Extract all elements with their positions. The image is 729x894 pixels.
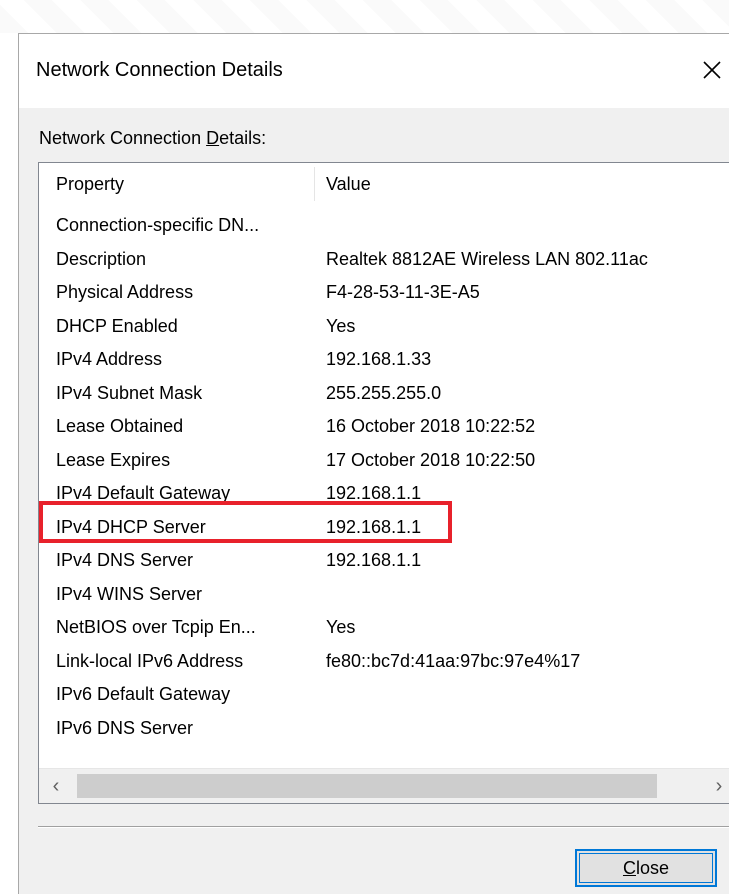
group-label-suffix: etails: (219, 128, 267, 148)
property-cell: IPv4 Default Gateway (56, 483, 231, 503)
list-row[interactable]: IPv4 Address 192.168.1.33 (39, 343, 729, 377)
group-label-prefix: Network Connection (39, 128, 207, 148)
close-button[interactable]: Close (575, 849, 717, 887)
property-cell: Physical Address (56, 282, 194, 302)
network-connection-details-dialog: Network Connection Details Network Conne… (18, 33, 729, 894)
list-row[interactable]: NetBIOS over Tcpip En... Yes (39, 611, 729, 645)
property-cell: IPv4 DHCP Server (56, 516, 206, 537)
value-cell: 192.168.1.33 (326, 349, 432, 369)
close-label-rest: lose (635, 857, 670, 878)
value-cell: 192.168.1.1 (326, 550, 422, 570)
chevron-left-icon: ‹ (52, 774, 60, 797)
list-row[interactable]: DHCP Enabled Yes (39, 310, 729, 344)
property-cell: Connection-specific DN... (56, 215, 260, 235)
property-cell: IPv4 WINS Server (56, 583, 203, 604)
property-cell: IPv6 Default Gateway (56, 684, 231, 704)
scroll-left-button[interactable]: ‹ (39, 769, 73, 803)
property-cell: DHCP Enabled (56, 315, 178, 336)
column-separator[interactable] (314, 167, 315, 201)
close-icon (703, 61, 721, 79)
window-title: Network Connection Details (36, 59, 283, 81)
list-row[interactable]: IPv4 WINS Server (39, 578, 729, 612)
title-bar[interactable]: Network Connection Details (19, 34, 729, 108)
group-label-accelerator: D (206, 128, 220, 148)
list-row[interactable]: Lease Obtained 16 October 2018 10:22:52 (39, 410, 729, 444)
value-cell: Yes (326, 315, 356, 336)
close-button-label: Close (623, 858, 669, 879)
value-cell: 16 October 2018 10:22:52 (326, 416, 536, 436)
value-cell: fe80::bc7d:41aa:97bc:97e4%17 (326, 650, 581, 671)
value-cell: Yes (326, 617, 356, 637)
list-row[interactable]: Description Realtek 8812AE Wireless LAN 8… (39, 243, 729, 277)
separator-line (38, 826, 729, 828)
list-row[interactable]: Lease Expires 17 October 2018 10:22:50 (39, 444, 729, 478)
background-watermark (0, 0, 729, 33)
value-cell: F4-28-53-11-3E-A5 (326, 282, 480, 302)
scroll-right-button[interactable]: › (702, 769, 729, 803)
value-cell: Realtek 8812AE Wireless LAN 802.11ac (326, 248, 648, 269)
close-window-button[interactable] (694, 50, 729, 90)
list-header: Property Value (39, 163, 729, 207)
details-list-view[interactable]: Property Value Connection-specific DN...… (38, 162, 729, 804)
property-cell: Lease Expires (56, 449, 171, 470)
list-row[interactable]: IPv6 DNS Server (39, 712, 729, 746)
list-row-default-gateway[interactable]: IPv4 Default Gateway 192.168.1.1 (39, 477, 729, 511)
column-header-property[interactable]: Property (56, 174, 124, 195)
property-cell: Description (56, 248, 147, 269)
property-cell: IPv4 Subnet Mask (56, 382, 203, 403)
list-row[interactable]: IPv4 DHCP Server 192.168.1.1 (39, 511, 729, 545)
property-cell: NetBIOS over Tcpip En... (56, 617, 256, 637)
details-group-label: Network Connection Details: (39, 128, 266, 149)
list-rows: Connection-specific DN... Description Rea… (39, 209, 729, 745)
value-cell: 192.168.1.1 (326, 516, 422, 537)
property-cell: Link-local IPv6 Address (56, 650, 244, 671)
scrollbar-thumb[interactable] (77, 774, 657, 798)
chevron-right-icon: › (715, 774, 723, 797)
column-header-value[interactable]: Value (326, 174, 371, 195)
property-cell: IPv4 DNS Server (56, 550, 194, 570)
list-row[interactable]: IPv4 DNS Server 192.168.1.1 (39, 544, 729, 578)
property-cell: IPv6 DNS Server (56, 717, 194, 738)
property-cell: Lease Obtained (56, 416, 184, 436)
list-row[interactable]: IPv4 Subnet Mask 255.255.255.0 (39, 377, 729, 411)
list-row[interactable]: Link-local IPv6 Address fe80::bc7d:41aa:9… (39, 645, 729, 679)
list-row[interactable]: Connection-specific DN... (39, 209, 729, 243)
list-row[interactable]: IPv6 Default Gateway (39, 678, 729, 712)
property-cell: IPv4 Address (56, 349, 163, 369)
list-row[interactable]: Physical Address F4-28-53-11-3E-A5 (39, 276, 729, 310)
horizontal-scrollbar[interactable]: ‹ › (39, 768, 729, 803)
close-accelerator: C (622, 857, 636, 878)
value-cell: 192.168.1.1 (326, 483, 422, 503)
value-cell: 17 October 2018 10:22:50 (326, 449, 536, 470)
value-cell: 255.255.255.0 (326, 382, 442, 403)
